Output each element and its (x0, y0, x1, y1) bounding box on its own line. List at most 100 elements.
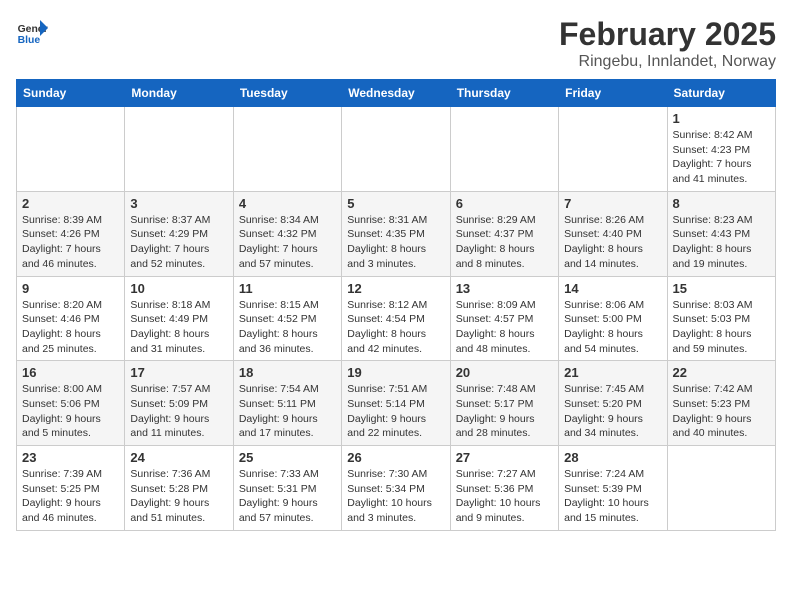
calendar-cell: 16 Sunrise: 8:00 AM Sunset: 5:06 PM Dayli… (17, 361, 125, 446)
calendar-cell: 10 Sunrise: 8:18 AM Sunset: 4:49 PM Dayli… (125, 276, 233, 361)
day-info: Sunrise: 8:09 AM Sunset: 4:57 PM Dayligh… (456, 298, 553, 357)
calendar-cell: 12 Sunrise: 8:12 AM Sunset: 4:54 PM Dayli… (342, 276, 450, 361)
day-info: Sunrise: 8:12 AM Sunset: 4:54 PM Dayligh… (347, 298, 444, 357)
day-number: 23 (22, 450, 119, 465)
calendar-cell: 15 Sunrise: 8:03 AM Sunset: 5:03 PM Dayli… (667, 276, 775, 361)
day-number: 24 (130, 450, 227, 465)
day-info: Sunrise: 7:57 AM Sunset: 5:09 PM Dayligh… (130, 382, 227, 441)
day-info: Sunrise: 7:51 AM Sunset: 5:14 PM Dayligh… (347, 382, 444, 441)
calendar-cell: 17 Sunrise: 7:57 AM Sunset: 5:09 PM Dayli… (125, 361, 233, 446)
day-number: 9 (22, 281, 119, 296)
day-info: Sunrise: 7:27 AM Sunset: 5:36 PM Dayligh… (456, 467, 553, 526)
calendar-cell: 2 Sunrise: 8:39 AM Sunset: 4:26 PM Daylig… (17, 191, 125, 276)
calendar-cell: 13 Sunrise: 8:09 AM Sunset: 4:57 PM Dayli… (450, 276, 558, 361)
calendar-cell (667, 446, 775, 531)
day-number: 27 (456, 450, 553, 465)
day-number: 6 (456, 196, 553, 211)
day-info: Sunrise: 7:48 AM Sunset: 5:17 PM Dayligh… (456, 382, 553, 441)
day-info: Sunrise: 7:45 AM Sunset: 5:20 PM Dayligh… (564, 382, 661, 441)
weekday-header-wednesday: Wednesday (342, 80, 450, 107)
day-info: Sunrise: 8:23 AM Sunset: 4:43 PM Dayligh… (673, 213, 770, 272)
day-number: 2 (22, 196, 119, 211)
calendar-cell: 19 Sunrise: 7:51 AM Sunset: 5:14 PM Dayli… (342, 361, 450, 446)
day-number: 21 (564, 365, 661, 380)
day-number: 22 (673, 365, 770, 380)
day-info: Sunrise: 7:42 AM Sunset: 5:23 PM Dayligh… (673, 382, 770, 441)
day-number: 7 (564, 196, 661, 211)
calendar-cell: 5 Sunrise: 8:31 AM Sunset: 4:35 PM Daylig… (342, 191, 450, 276)
day-number: 19 (347, 365, 444, 380)
calendar-cell: 3 Sunrise: 8:37 AM Sunset: 4:29 PM Daylig… (125, 191, 233, 276)
day-info: Sunrise: 8:39 AM Sunset: 4:26 PM Dayligh… (22, 213, 119, 272)
day-number: 3 (130, 196, 227, 211)
day-info: Sunrise: 7:33 AM Sunset: 5:31 PM Dayligh… (239, 467, 336, 526)
day-info: Sunrise: 8:15 AM Sunset: 4:52 PM Dayligh… (239, 298, 336, 357)
calendar-table: SundayMondayTuesdayWednesdayThursdayFrid… (16, 79, 776, 531)
calendar-cell (17, 107, 125, 192)
day-info: Sunrise: 7:54 AM Sunset: 5:11 PM Dayligh… (239, 382, 336, 441)
day-number: 12 (347, 281, 444, 296)
calendar-cell: 14 Sunrise: 8:06 AM Sunset: 5:00 PM Dayli… (559, 276, 667, 361)
month-title: February 2025 (559, 16, 776, 53)
calendar-cell: 25 Sunrise: 7:33 AM Sunset: 5:31 PM Dayli… (233, 446, 341, 531)
day-number: 25 (239, 450, 336, 465)
weekday-header-monday: Monday (125, 80, 233, 107)
day-number: 11 (239, 281, 336, 296)
calendar-cell (125, 107, 233, 192)
calendar-cell: 8 Sunrise: 8:23 AM Sunset: 4:43 PM Daylig… (667, 191, 775, 276)
day-info: Sunrise: 8:26 AM Sunset: 4:40 PM Dayligh… (564, 213, 661, 272)
day-number: 5 (347, 196, 444, 211)
day-number: 26 (347, 450, 444, 465)
calendar-cell: 4Sunrise: 8:34 AM Sunset: 4:32 PM Daylig… (233, 191, 341, 276)
day-info: Sunrise: 7:30 AM Sunset: 5:34 PM Dayligh… (347, 467, 444, 526)
header: General Blue February 2025 Ringebu, Innl… (16, 16, 776, 71)
calendar-cell: 28 Sunrise: 7:24 AM Sunset: 5:39 PM Dayli… (559, 446, 667, 531)
weekday-header-saturday: Saturday (667, 80, 775, 107)
day-number: 10 (130, 281, 227, 296)
day-info: Sunrise: 8:18 AM Sunset: 4:49 PM Dayligh… (130, 298, 227, 357)
title-area: February 2025 Ringebu, Innlandet, Norway (559, 16, 776, 71)
logo-icon: General Blue (16, 16, 48, 48)
day-number: 13 (456, 281, 553, 296)
day-number: 20 (456, 365, 553, 380)
calendar-cell: 27 Sunrise: 7:27 AM Sunset: 5:36 PM Dayli… (450, 446, 558, 531)
calendar-cell: 1Sunrise: 8:42 AM Sunset: 4:23 PM Daylig… (667, 107, 775, 192)
calendar-cell: 21 Sunrise: 7:45 AM Sunset: 5:20 PM Dayli… (559, 361, 667, 446)
calendar-cell: 22 Sunrise: 7:42 AM Sunset: 5:23 PM Dayli… (667, 361, 775, 446)
day-info: Sunrise: 7:36 AM Sunset: 5:28 PM Dayligh… (130, 467, 227, 526)
day-info: Sunrise: 8:00 AM Sunset: 5:06 PM Dayligh… (22, 382, 119, 441)
calendar-cell: 26 Sunrise: 7:30 AM Sunset: 5:34 PM Dayli… (342, 446, 450, 531)
day-number: 17 (130, 365, 227, 380)
calendar-cell: 11 Sunrise: 8:15 AM Sunset: 4:52 PM Dayli… (233, 276, 341, 361)
weekday-header-tuesday: Tuesday (233, 80, 341, 107)
calendar-cell (233, 107, 341, 192)
day-number: 8 (673, 196, 770, 211)
calendar-cell: 18 Sunrise: 7:54 AM Sunset: 5:11 PM Dayli… (233, 361, 341, 446)
calendar-cell: 9 Sunrise: 8:20 AM Sunset: 4:46 PM Daylig… (17, 276, 125, 361)
day-number: 4 (239, 196, 336, 211)
weekday-header-friday: Friday (559, 80, 667, 107)
calendar-cell (450, 107, 558, 192)
weekday-header-sunday: Sunday (17, 80, 125, 107)
day-info: Sunrise: 8:20 AM Sunset: 4:46 PM Dayligh… (22, 298, 119, 357)
day-number: 28 (564, 450, 661, 465)
day-number: 16 (22, 365, 119, 380)
day-number: 14 (564, 281, 661, 296)
day-info: Sunrise: 8:29 AM Sunset: 4:37 PM Dayligh… (456, 213, 553, 272)
day-info: Sunrise: 7:24 AM Sunset: 5:39 PM Dayligh… (564, 467, 661, 526)
calendar-cell (559, 107, 667, 192)
day-info: Sunrise: 8:03 AM Sunset: 5:03 PM Dayligh… (673, 298, 770, 357)
day-number: 15 (673, 281, 770, 296)
day-number: 18 (239, 365, 336, 380)
day-info: Sunrise: 8:42 AM Sunset: 4:23 PM Dayligh… (673, 128, 770, 187)
calendar-cell (342, 107, 450, 192)
day-info: Sunrise: 8:06 AM Sunset: 5:00 PM Dayligh… (564, 298, 661, 357)
logo: General Blue (16, 16, 52, 48)
location: Ringebu, Innlandet, Norway (559, 53, 776, 71)
calendar-cell: 24 Sunrise: 7:36 AM Sunset: 5:28 PM Dayli… (125, 446, 233, 531)
day-info: Sunrise: 8:37 AM Sunset: 4:29 PM Dayligh… (130, 213, 227, 272)
day-info: Sunrise: 8:31 AM Sunset: 4:35 PM Dayligh… (347, 213, 444, 272)
day-info: Sunrise: 7:39 AM Sunset: 5:25 PM Dayligh… (22, 467, 119, 526)
calendar-cell: 7 Sunrise: 8:26 AM Sunset: 4:40 PM Daylig… (559, 191, 667, 276)
calendar-cell: 20 Sunrise: 7:48 AM Sunset: 5:17 PM Dayli… (450, 361, 558, 446)
